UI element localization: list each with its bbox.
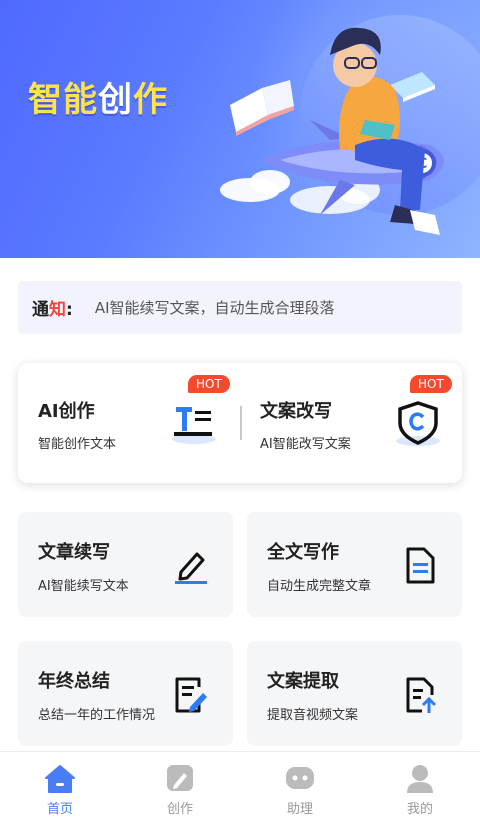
card-title: 文章续写 <box>38 542 110 563</box>
card-title: 年终总结 <box>38 671 110 692</box>
card-subtitle: 自动生成完整文章 <box>267 579 372 594</box>
hero-banner[interactable]: 智能创作 C <box>0 0 480 258</box>
banner-title-line1: 智能创作 <box>28 80 168 120</box>
pen-edit-icon <box>175 552 207 584</box>
rewrite-title: 文案改写 <box>260 401 332 422</box>
tab-create[interactable]: 创作 <box>120 752 240 827</box>
rocket-boy-illustration: C <box>220 27 444 235</box>
user-icon <box>407 765 433 793</box>
hot-badge: HOT <box>410 375 452 393</box>
full-writing-card[interactable]: 全文写作 自动生成完整文章 <box>247 512 462 617</box>
tab-label: 创作 <box>166 802 193 817</box>
home-icon <box>45 765 75 793</box>
file-upload-icon <box>406 677 437 713</box>
year-end-summary-card[interactable]: 年终总结 总结一年的工作情况 <box>18 641 233 746</box>
bottom-tab-bar: 首页 创作 助理 我的 <box>0 751 480 827</box>
article-continue-card[interactable]: 文章续写 AI智能续写文本 <box>18 512 233 617</box>
card-subtitle: AI智能续写文本 <box>38 579 129 594</box>
card-subtitle: 总结一年的工作情况 <box>38 708 156 723</box>
rewrite-subtitle: AI智能改写文案 <box>260 437 351 452</box>
chat-bubble-icon <box>286 767 314 789</box>
card-subtitle: 提取音视频文案 <box>267 708 359 723</box>
ai-create-subtitle: 智能创作文本 <box>38 437 117 452</box>
ai-create-title: AI创作 <box>38 401 95 422</box>
copy-extract-card[interactable]: 文案提取 提取音视频文案 <box>247 641 462 746</box>
document-icon <box>406 547 435 584</box>
shield-c-icon <box>396 401 440 446</box>
tab-label: 助理 <box>286 802 313 817</box>
note-edit-icon <box>175 677 207 713</box>
tab-home[interactable]: 首页 <box>0 752 120 827</box>
card-title: 文案提取 <box>267 671 339 692</box>
text-format-icon <box>172 407 216 444</box>
ai-create-button[interactable]: AI创作 智能创作文本 HOT <box>18 363 240 483</box>
notice-bar[interactable]: 通知: AI智能续写文案，自动生成合理段落 <box>18 281 462 334</box>
tab-assistant[interactable]: 助理 <box>240 752 360 827</box>
tab-label: 我的 <box>406 802 433 817</box>
featured-tools-card: AI创作 智能创作文本 HOT 文案改写 AI智能改写文案 HOT <box>18 363 462 483</box>
flying-book-icon <box>230 80 294 136</box>
tab-profile[interactable]: 我的 <box>360 752 480 827</box>
pencil-icon <box>167 765 193 791</box>
hot-badge: HOT <box>188 375 230 393</box>
card-title: 全文写作 <box>267 542 339 563</box>
notice-message: AI智能续写文案，自动生成合理段落 <box>94 299 335 317</box>
notice-label: 通知: <box>32 300 73 320</box>
tab-label: 首页 <box>46 802 73 817</box>
rewrite-copy-button[interactable]: 文案改写 AI智能改写文案 HOT <box>240 363 462 483</box>
